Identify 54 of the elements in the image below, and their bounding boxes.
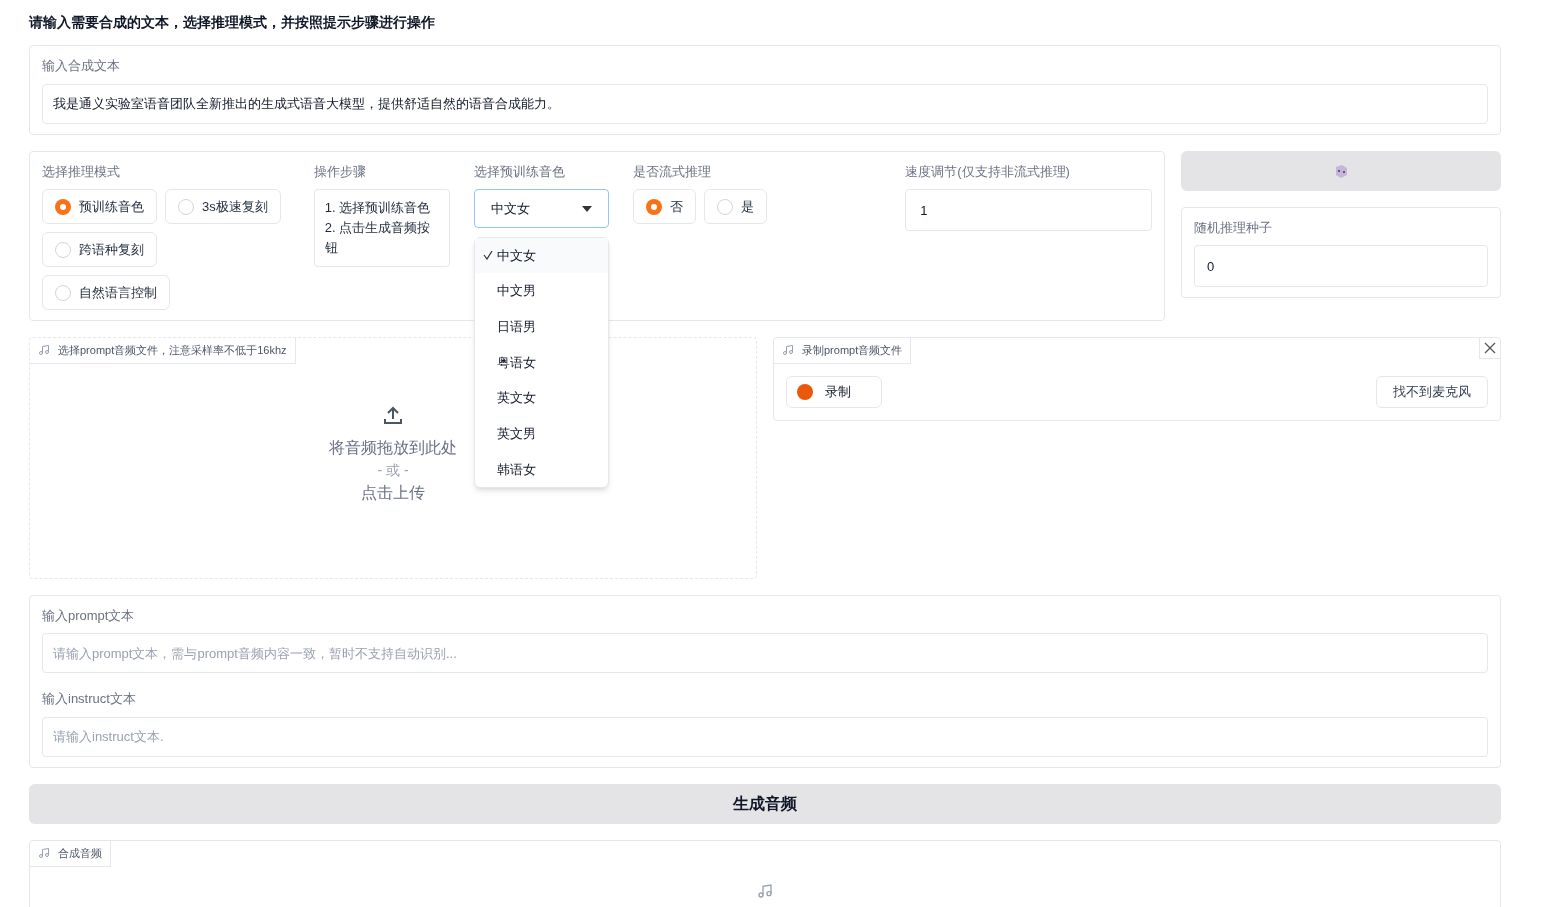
caret-icon	[582, 204, 593, 213]
radio-option[interactable]: 自然语言控制	[42, 275, 170, 310]
record-button[interactable]: 录制	[786, 375, 882, 408]
drop-text: 将音频拖放到此处	[329, 438, 457, 458]
music-note-icon	[757, 882, 773, 899]
upload-label: 选择prompt音频文件，注意采样率不低于16khz	[30, 337, 296, 364]
field-label: 输入prompt文本	[42, 606, 136, 625]
radio-icon	[55, 284, 71, 301]
or-text: - 或 -	[377, 461, 409, 480]
dropdown-option[interactable]: 英文男	[474, 415, 609, 452]
music-note-icon	[38, 847, 50, 859]
radio-icon	[178, 198, 194, 215]
dropdown-option[interactable]: 日语男	[474, 308, 609, 345]
dropdown-option[interactable]: 英文女	[474, 380, 609, 416]
field-label: 输入合成文本	[42, 57, 121, 75]
radio-option[interactable]: 跨语种复刻	[42, 232, 157, 267]
field-label: 操作步骤	[313, 162, 367, 181]
radio-icon	[55, 198, 71, 215]
seed-input-field[interactable]: 0	[1194, 245, 1488, 287]
radio-icon	[646, 198, 663, 215]
dropdown-option[interactable]: 中文女	[474, 237, 609, 274]
instruct-input-field[interactable]: 请输入instruct文本.	[42, 716, 1488, 757]
dice-icon	[1333, 162, 1349, 179]
field-label: 选择推理模式	[42, 162, 121, 181]
radio-option[interactable]: 否	[633, 189, 697, 224]
field-label: 随机推理种子	[1194, 218, 1273, 237]
text-input-field[interactable]: 我是通义实验室语音团队全新推出的生成式语音大模型，提供舒适自然的语音合成能力。	[42, 83, 1488, 124]
click-upload-text[interactable]: 点击上传	[361, 481, 425, 505]
music-note-icon	[782, 344, 794, 356]
dropdown-option[interactable]: 韩语女	[474, 451, 609, 488]
dropdown-option[interactable]: 粤语女	[474, 344, 609, 381]
record-label: 录制prompt音频文件	[774, 337, 912, 364]
microphone-button[interactable]: 找不到麦克风	[1376, 375, 1488, 408]
field-label: 速度调节(仅支持非流式推理)	[905, 162, 1071, 181]
step-text: 1. 选择预训练音色	[324, 199, 432, 217]
radio-option[interactable]: 预训练音色	[42, 189, 157, 224]
radio-icon	[55, 241, 71, 258]
page-heading: 请输入需要合成的文本，选择推理模式，并按照提示步骤进行操作	[29, 13, 436, 32]
speed-input-field[interactable]: 1	[905, 189, 1152, 231]
dropdown-option[interactable]: 中文男	[474, 273, 609, 309]
field-label: 选择预训练音色	[473, 162, 566, 181]
field-label: 输入instruct文本	[42, 690, 137, 708]
radio-option[interactable]: 是	[704, 189, 768, 224]
music-note-icon	[38, 344, 50, 356]
radio-option[interactable]: 3s极速复刻	[165, 189, 281, 224]
output-label: 合成音频	[30, 840, 111, 867]
field-label: 是否流式推理	[633, 162, 713, 181]
radio-icon	[717, 198, 734, 215]
generate-button[interactable]: 生成音频	[29, 783, 1501, 824]
close-icon	[1484, 341, 1496, 354]
close-button[interactable]	[1479, 337, 1500, 359]
checkmark-icon	[482, 250, 493, 261]
voice-dropdown[interactable]: 中文女	[473, 189, 610, 228]
step-text: 2. 点击生成音频按钮	[324, 219, 432, 257]
